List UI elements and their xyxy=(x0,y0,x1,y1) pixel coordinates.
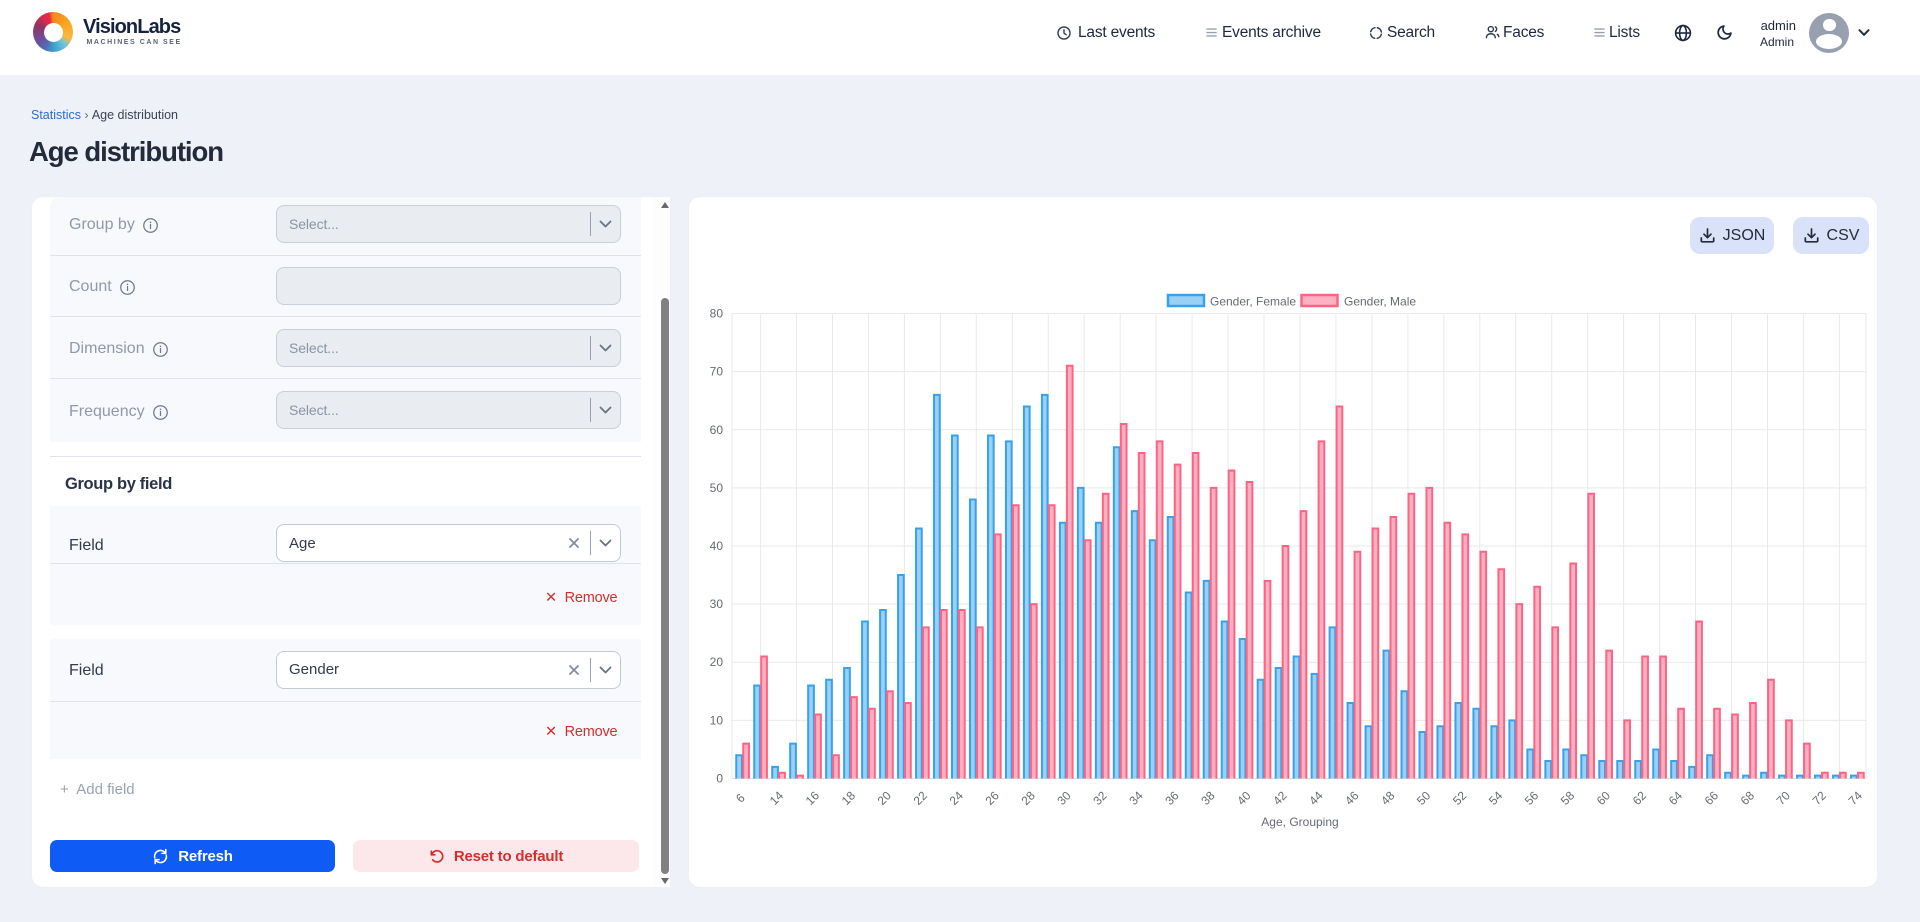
svg-text:28: 28 xyxy=(1018,788,1038,808)
svg-text:30: 30 xyxy=(710,597,724,611)
svg-text:50: 50 xyxy=(1414,788,1434,808)
svg-text:32: 32 xyxy=(1090,788,1110,808)
svg-text:38: 38 xyxy=(1198,788,1218,808)
svg-text:62: 62 xyxy=(1630,788,1650,808)
svg-text:60: 60 xyxy=(710,423,724,437)
svg-text:6: 6 xyxy=(733,791,748,806)
svg-text:42: 42 xyxy=(1270,788,1290,808)
svg-text:72: 72 xyxy=(1810,788,1830,808)
svg-text:Age, Grouping: Age, Grouping xyxy=(1261,815,1338,829)
svg-text:40: 40 xyxy=(710,539,724,553)
svg-text:64: 64 xyxy=(1666,788,1686,808)
svg-text:52: 52 xyxy=(1450,788,1470,808)
svg-text:48: 48 xyxy=(1378,788,1398,808)
svg-text:50: 50 xyxy=(710,481,724,495)
svg-text:Gender, Female: Gender, Female xyxy=(1210,295,1296,309)
svg-text:70: 70 xyxy=(710,365,724,379)
svg-text:24: 24 xyxy=(947,788,967,808)
svg-text:46: 46 xyxy=(1342,788,1362,808)
svg-text:10: 10 xyxy=(710,713,724,727)
svg-text:40: 40 xyxy=(1234,788,1254,808)
svg-text:56: 56 xyxy=(1522,788,1542,808)
svg-text:58: 58 xyxy=(1558,788,1578,808)
svg-text:66: 66 xyxy=(1702,788,1722,808)
svg-text:18: 18 xyxy=(839,788,859,808)
svg-text:68: 68 xyxy=(1738,788,1758,808)
svg-text:20: 20 xyxy=(710,655,724,669)
svg-text:70: 70 xyxy=(1774,788,1794,808)
svg-text:Gender, Male: Gender, Male xyxy=(1344,295,1416,309)
svg-text:60: 60 xyxy=(1594,788,1614,808)
svg-text:36: 36 xyxy=(1162,788,1182,808)
svg-text:20: 20 xyxy=(875,788,895,808)
svg-text:14: 14 xyxy=(767,788,787,808)
svg-text:16: 16 xyxy=(803,788,823,808)
svg-text:22: 22 xyxy=(911,788,931,808)
svg-text:74: 74 xyxy=(1846,788,1866,808)
svg-text:26: 26 xyxy=(982,788,1002,808)
svg-text:80: 80 xyxy=(710,307,724,321)
svg-text:54: 54 xyxy=(1486,788,1506,808)
svg-text:44: 44 xyxy=(1306,788,1326,808)
svg-text:34: 34 xyxy=(1126,788,1146,808)
svg-text:30: 30 xyxy=(1054,788,1074,808)
svg-text:0: 0 xyxy=(716,772,723,786)
